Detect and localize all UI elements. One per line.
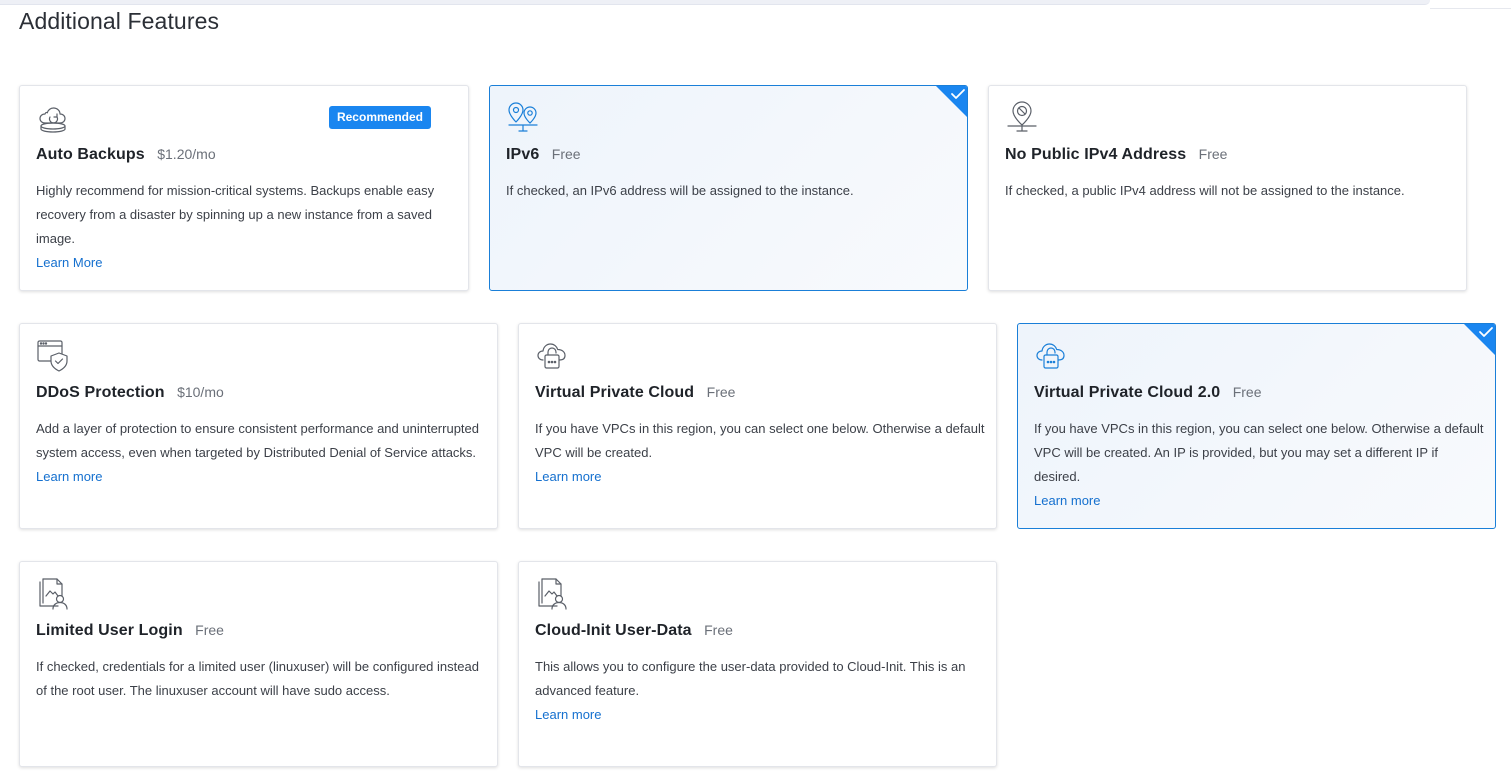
- selected-check-icon: [1463, 324, 1495, 356]
- card-title-row: Virtual Private Cloud Free: [535, 384, 735, 402]
- feature-description-block: If checked, a public IPv4 address will n…: [1005, 179, 1450, 203]
- feature-card-vpc-2[interactable]: Virtual Private Cloud 2.0 Free If you ha…: [1017, 323, 1496, 529]
- map-pin-icon: [506, 100, 540, 134]
- feature-description-block: If checked, credentials for a limited us…: [36, 655, 486, 703]
- card-title-row: Cloud-Init User-Data Free: [535, 622, 733, 640]
- feature-description-block: If you have VPCs in this region, you can…: [1034, 417, 1484, 513]
- feature-description-block: This allows you to configure the user-da…: [535, 655, 980, 727]
- feature-price: Free: [1232, 384, 1262, 400]
- top-scroll-bar: [0, 0, 1430, 5]
- feature-price: $1.20/mo: [157, 146, 216, 162]
- feature-name: DDoS Protection: [36, 384, 165, 401]
- recommended-badge: Recommended: [328, 106, 431, 129]
- cloud-backup-icon: [36, 100, 70, 134]
- feature-description: If checked, credentials for a limited us…: [36, 659, 479, 698]
- feature-price: Free: [195, 622, 224, 638]
- feature-description-block: If checked, an IPv6 address will be assi…: [506, 179, 951, 203]
- feature-price: Free: [706, 384, 736, 400]
- learn-more-link[interactable]: Learn more: [535, 703, 980, 727]
- feature-card-limited-user-login[interactable]: Limited User Login Free If checked, cred…: [19, 561, 498, 767]
- feature-name: No Public IPv4 Address: [1005, 146, 1187, 163]
- section-title: Additional Features: [19, 8, 220, 34]
- card-title-row: Limited User Login Free: [36, 622, 224, 640]
- feature-name: Virtual Private Cloud 2.0: [1034, 384, 1221, 401]
- feature-name: Virtual Private Cloud: [535, 384, 695, 401]
- feature-card-ipv6[interactable]: IPv6 Free If checked, an IPv6 address wi…: [489, 85, 968, 291]
- feature-price: Free: [704, 622, 733, 638]
- feature-card-vpc[interactable]: Virtual Private Cloud Free If you have V…: [518, 323, 997, 529]
- feature-name: IPv6: [506, 146, 540, 163]
- cloud-lock-icon: [535, 338, 569, 372]
- feature-description: If checked, an IPv6 address will be assi…: [506, 183, 854, 198]
- feature-description: If you have VPCs in this region, you can…: [1034, 421, 1484, 484]
- feature-card-cloud-init[interactable]: Cloud-Init User-Data Free This allows yo…: [518, 561, 997, 767]
- feature-name: Limited User Login: [36, 622, 183, 639]
- card-title-row: IPv6 Free: [506, 146, 581, 164]
- feature-card-auto-backups[interactable]: Recommended Auto Backups $1.20/mo Highly…: [19, 85, 469, 291]
- learn-more-link[interactable]: Learn more: [1034, 489, 1484, 513]
- feature-description-block: Highly recommend for mission-critical sy…: [36, 179, 451, 275]
- cloud-lock-icon: [1034, 338, 1068, 372]
- user-documents-icon: [36, 576, 70, 610]
- feature-name: Auto Backups: [36, 146, 145, 163]
- blocked-pin-icon: [1005, 100, 1039, 134]
- card-title-row: DDoS Protection $10/mo: [36, 384, 224, 402]
- learn-more-link[interactable]: Learn more: [535, 465, 985, 489]
- feature-price: $10/mo: [177, 384, 224, 400]
- feature-name: Cloud-Init User-Data: [535, 622, 692, 639]
- card-title-row: No Public IPv4 Address Free: [1005, 146, 1227, 164]
- selected-check-icon: [935, 86, 967, 118]
- feature-card-ddos-protection[interactable]: DDoS Protection $10/mo Add a layer of pr…: [19, 323, 498, 529]
- feature-description: This allows you to configure the user-da…: [535, 659, 966, 698]
- learn-more-link[interactable]: Learn more: [36, 465, 481, 489]
- feature-description: Add a layer of protection to ensure cons…: [36, 421, 479, 460]
- user-documents-icon: [535, 576, 569, 610]
- feature-price: Free: [1198, 146, 1228, 162]
- shield-window-icon: [36, 338, 70, 372]
- feature-price: Free: [551, 146, 581, 162]
- feature-description-block: Add a layer of protection to ensure cons…: [36, 417, 481, 489]
- feature-description: If you have VPCs in this region, you can…: [535, 421, 985, 460]
- card-title-row: Auto Backups $1.20/mo: [36, 146, 216, 164]
- feature-description-block: If you have VPCs in this region, you can…: [535, 417, 985, 489]
- feature-description: Highly recommend for mission-critical sy…: [36, 183, 435, 246]
- feature-card-no-public-ipv4[interactable]: No Public IPv4 Address Free If checked, …: [988, 85, 1467, 291]
- top-divider: [1430, 8, 1511, 9]
- card-title-row: Virtual Private Cloud 2.0 Free: [1034, 384, 1262, 402]
- learn-more-link[interactable]: Learn More: [36, 251, 451, 275]
- feature-description: If checked, a public IPv4 address will n…: [1005, 183, 1405, 198]
